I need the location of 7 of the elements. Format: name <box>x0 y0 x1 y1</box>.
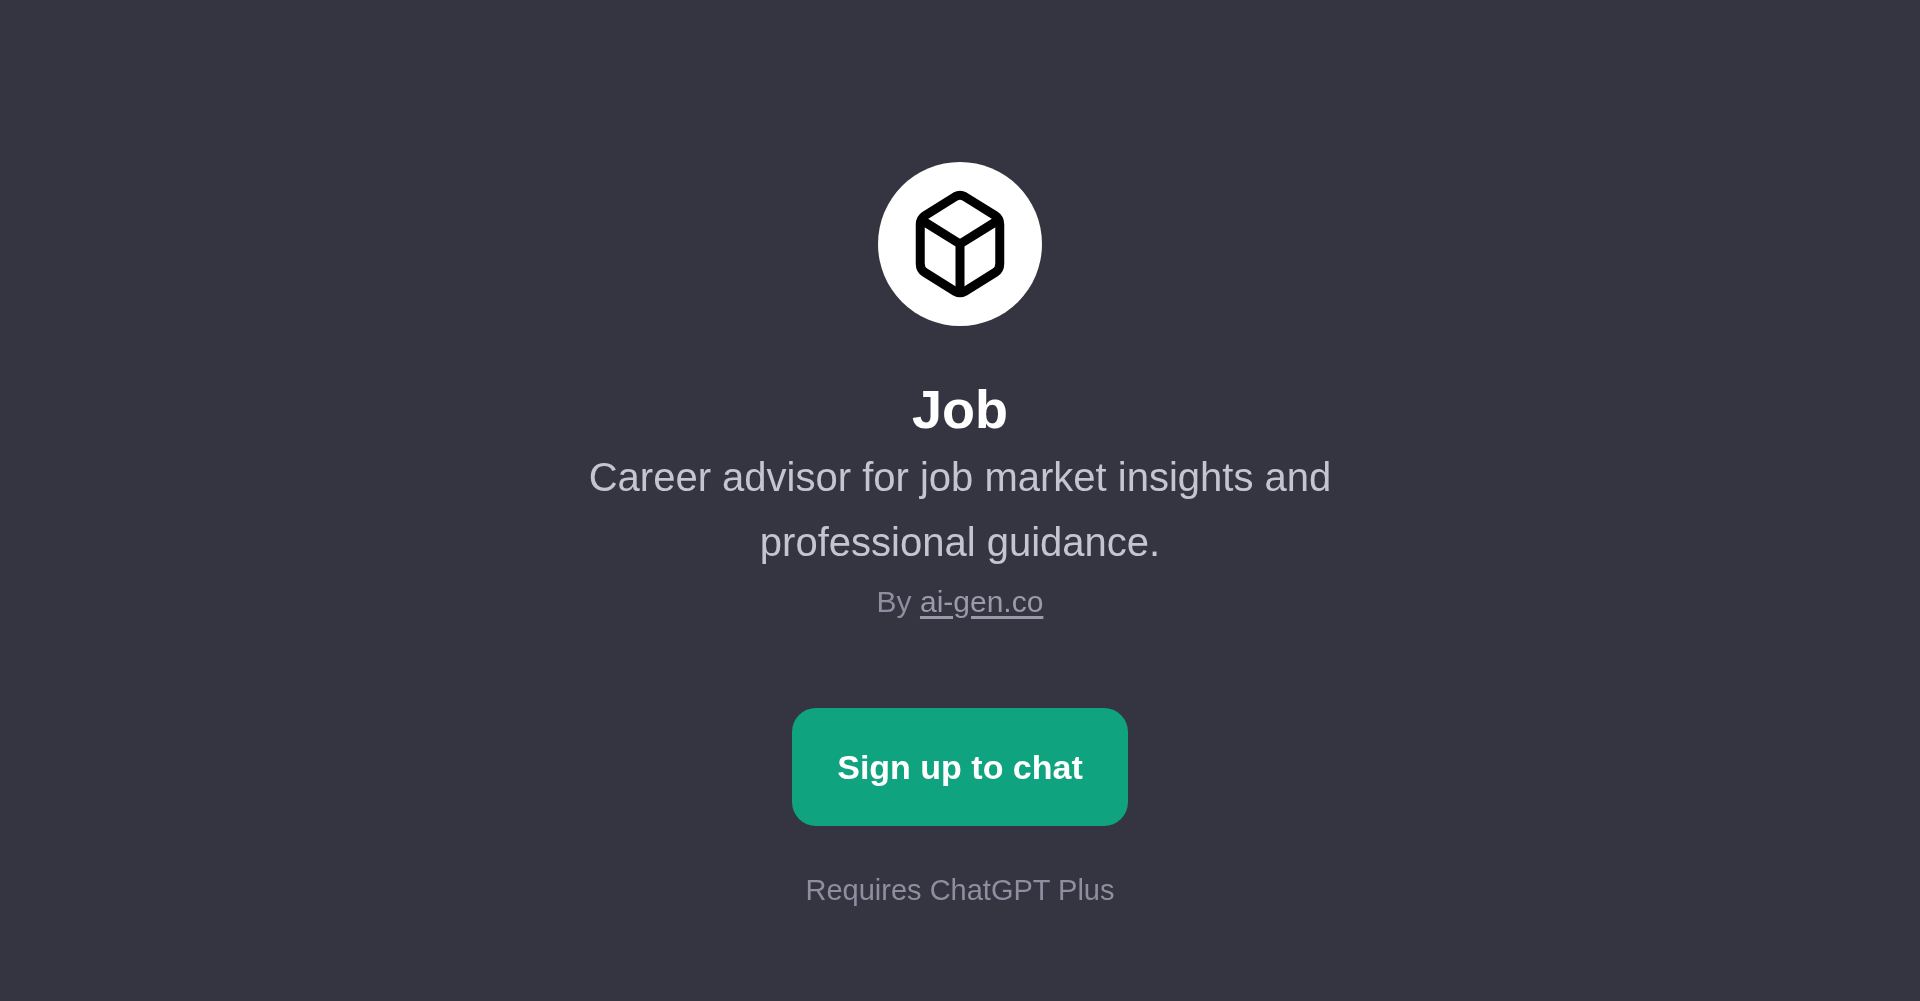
author-link[interactable]: ai-gen.co <box>919 585 1044 618</box>
author-credit: By ai-gen.co <box>876 584 1044 620</box>
sign-up-button[interactable]: Sign up to chat <box>792 708 1128 826</box>
gpt-description: Career advisor for job market insights and professional guidance. <box>587 454 1333 566</box>
requirement-note: Requires ChatGPT Plus <box>805 873 1115 908</box>
gpt-title: Job <box>912 378 1008 441</box>
cube-icon <box>878 162 1042 326</box>
